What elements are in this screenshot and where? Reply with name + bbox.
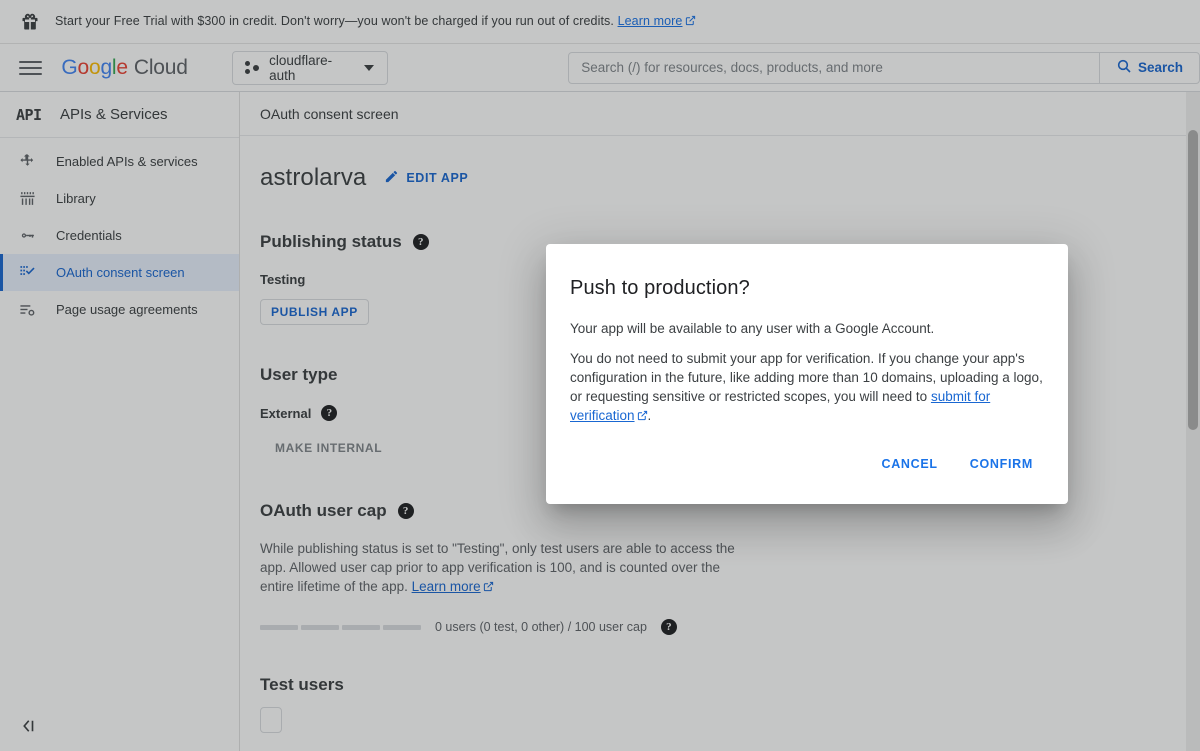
confirm-button[interactable]: CONFIRM: [959, 448, 1044, 480]
dialog-title: Push to production?: [570, 277, 750, 299]
external-link-icon: [637, 407, 648, 426]
dialog-paragraph-1: Your app will be available to any user w…: [570, 321, 935, 336]
dialog-actions: CANCEL CONFIRM: [570, 448, 1044, 480]
cancel-button[interactable]: CANCEL: [870, 448, 948, 480]
push-to-production-dialog: Push to production? Your app will be ava…: [546, 244, 1068, 504]
dialog-paragraph-2: You do not need to submit your app for v…: [570, 349, 1044, 426]
